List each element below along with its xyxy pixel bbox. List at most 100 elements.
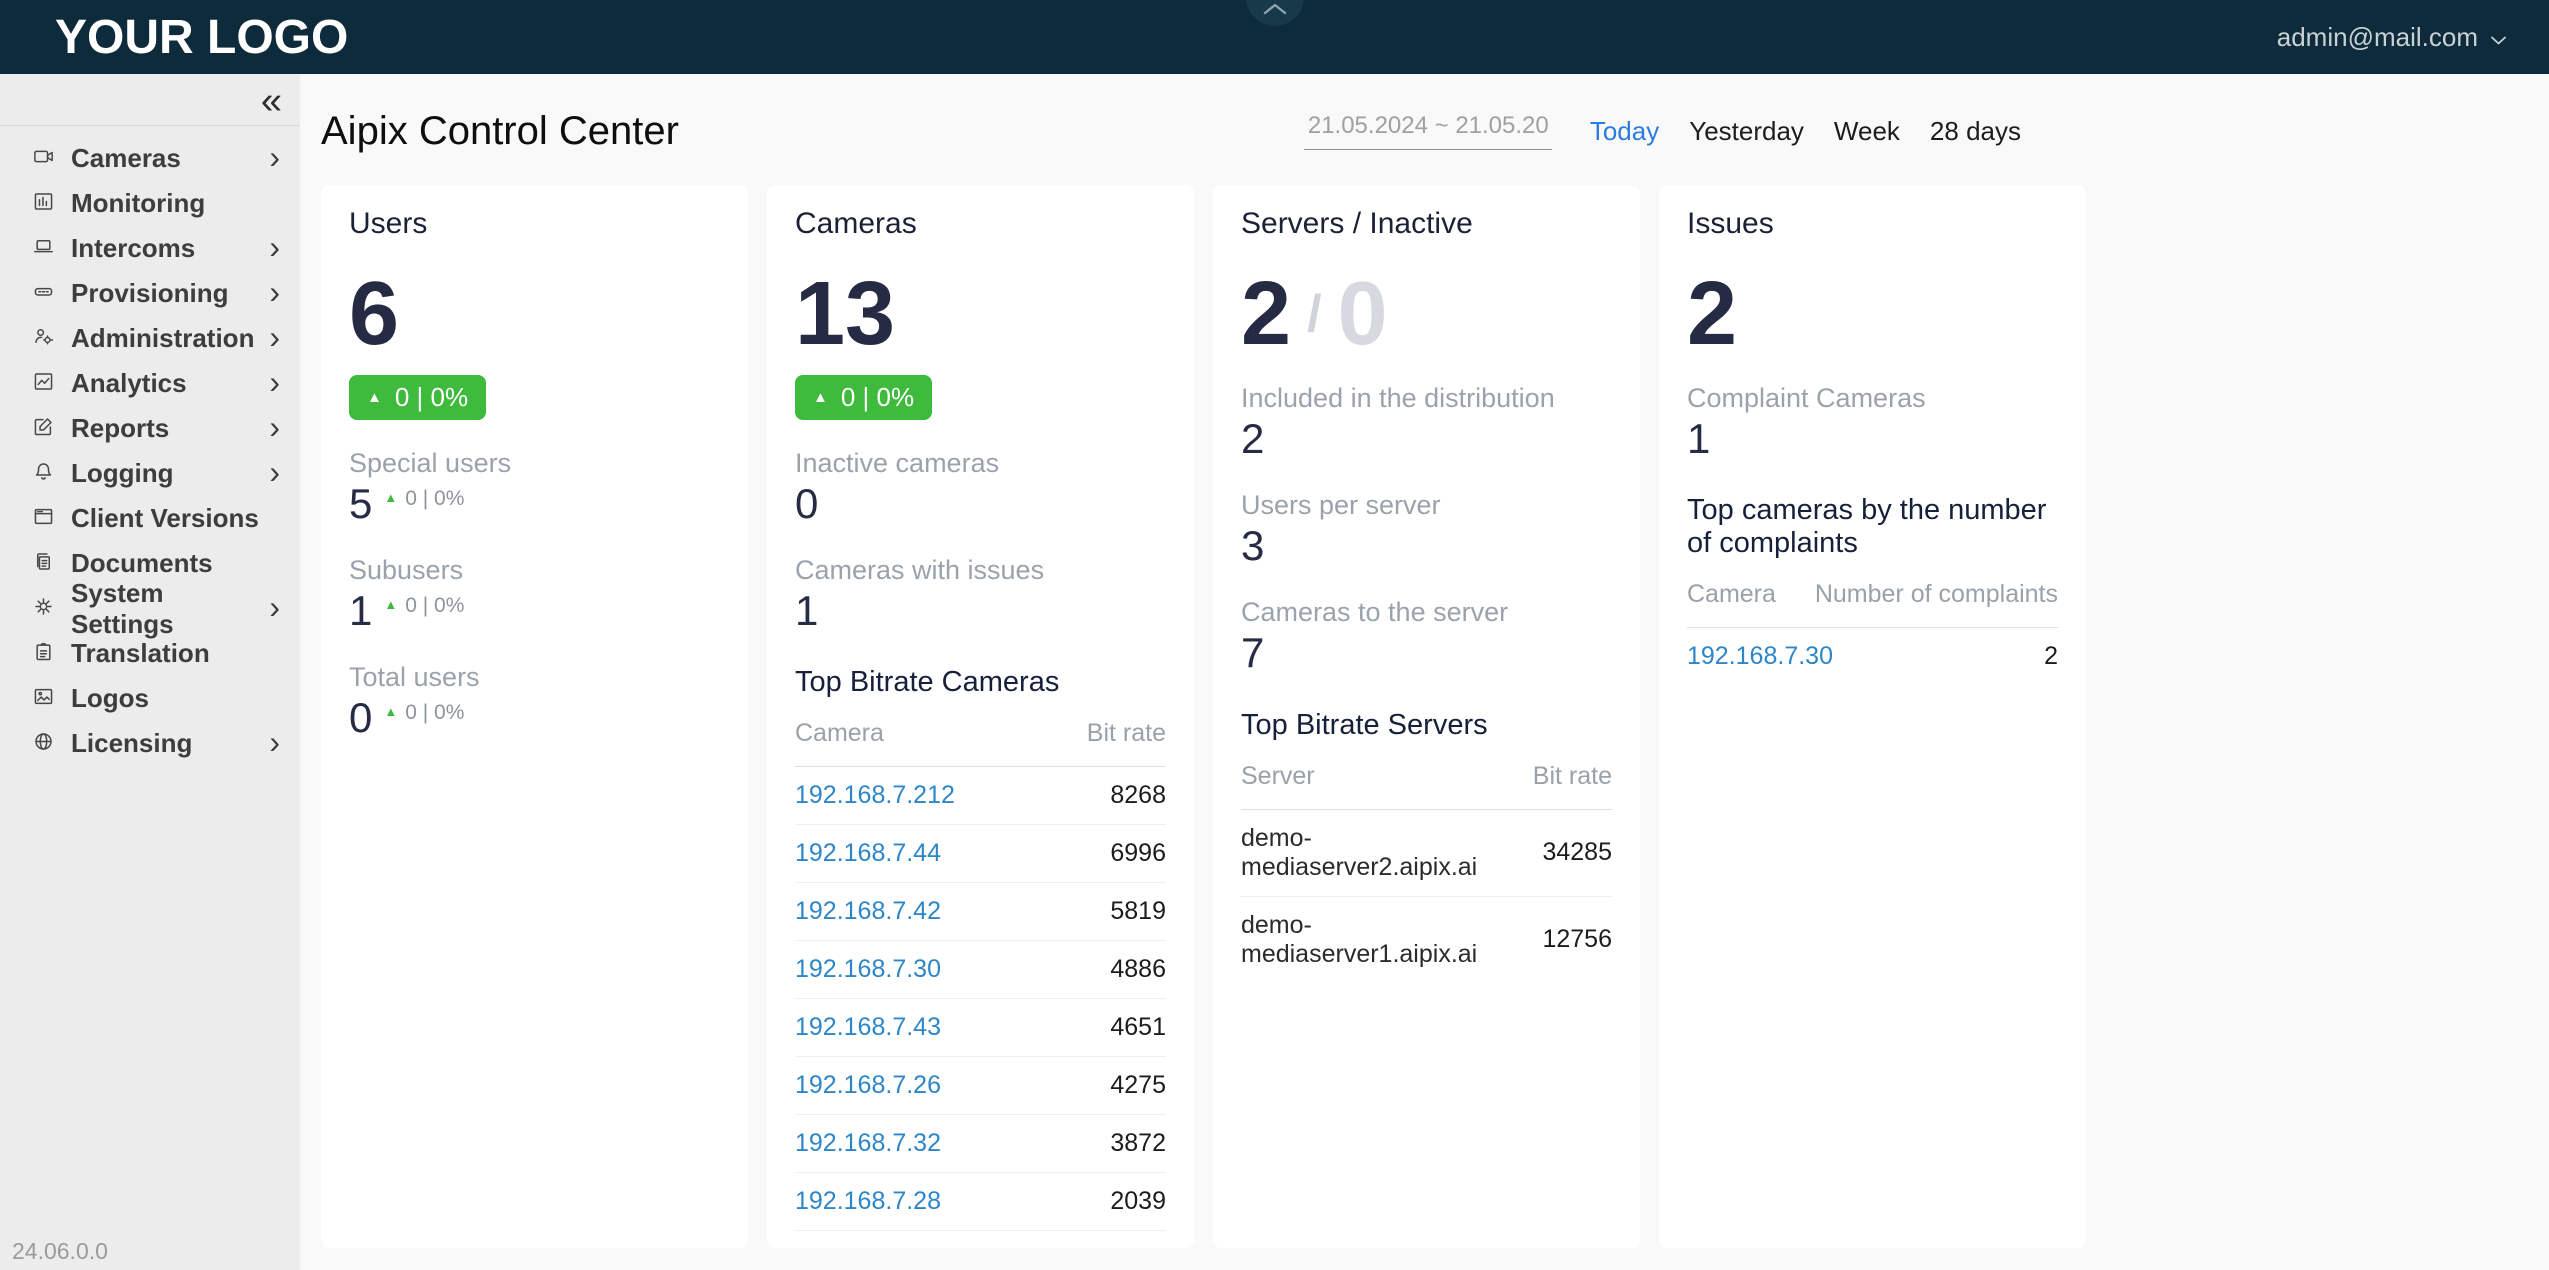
chevron-right-icon: ›	[269, 276, 280, 312]
card-title: Cameras	[795, 207, 1166, 241]
sidebar-item-cameras[interactable]: Cameras ›	[0, 136, 300, 181]
triangle-up-icon: ▲	[384, 704, 397, 719]
sidebar-item-label: Licensing	[71, 728, 269, 759]
sidebar-item-label: Cameras	[71, 143, 269, 174]
camera-link[interactable]: 192.168.7.212	[795, 781, 955, 810]
sidebar-item-provisioning[interactable]: Provisioning ›	[0, 271, 300, 316]
filter-yesterday[interactable]: Yesterday	[1689, 116, 1804, 147]
triangle-up-icon: ▲	[367, 390, 382, 405]
sidebar-item-system-settings[interactable]: System Settings ›	[0, 586, 300, 631]
stat-complaint-cameras: Complaint Cameras 1	[1687, 383, 2058, 462]
sidebar-item-label: Intercoms	[71, 233, 269, 264]
table-row: 192.168.7.302	[1687, 628, 2058, 685]
chevron-down-icon	[2490, 22, 2507, 53]
user-account-menu[interactable]: admin@mail.com	[2277, 22, 2507, 53]
sidebar-item-administration[interactable]: Administration ›	[0, 316, 300, 361]
stat-cameras-to-server: Cameras to the server 7	[1241, 597, 1612, 676]
sidebar-item-translation[interactable]: Translation	[0, 631, 300, 676]
chevron-right-icon: ›	[269, 366, 280, 402]
table-row: 192.168.7.425819	[795, 882, 1166, 940]
badge-delta: 0 | 0%	[395, 382, 468, 413]
collapse-topbar-button[interactable]	[1246, 0, 1304, 26]
camera-link[interactable]: 192.168.7.30	[1687, 642, 1833, 671]
filter-today[interactable]: Today	[1590, 116, 1659, 147]
sidebar-item-logging[interactable]: Logging ›	[0, 451, 300, 496]
sidebar-item-label: Analytics	[71, 368, 269, 399]
documents-icon	[32, 550, 55, 578]
issues-total-value: 2	[1687, 269, 1737, 359]
sidebar-item-reports[interactable]: Reports ›	[0, 406, 300, 451]
servers-card: Servers / Inactive 2 / 0 Included in the…	[1213, 185, 1640, 1248]
triangle-up-icon: ▲	[813, 390, 828, 405]
table-row: 192.168.7.2128268	[795, 767, 1166, 824]
table-header: Server Bit rate	[1241, 762, 1612, 810]
card-title: Issues	[1687, 207, 2058, 241]
stat-included-distribution: Included in the distribution 2	[1241, 383, 1612, 462]
filter-week[interactable]: Week	[1834, 116, 1900, 147]
page-title: Aipix Control Center	[321, 109, 679, 154]
top-complaint-cameras-title: Top cameras by the number of complaints	[1687, 494, 2058, 560]
camera-link[interactable]: 192.168.7.26	[795, 1071, 941, 1100]
administration-icon	[32, 325, 55, 353]
card-title: Servers / Inactive	[1241, 207, 1612, 241]
users-trend-badge: ▲ 0 | 0%	[349, 375, 486, 420]
licensing-globe-icon	[32, 730, 55, 758]
table-row: 192.168.7.446996	[795, 824, 1166, 882]
sidebar-collapse-button[interactable]: «	[261, 82, 282, 120]
sidebar-item-label: Administration	[71, 323, 269, 354]
date-range-input[interactable]	[1304, 112, 1552, 150]
table-header: Camera Number of complaints	[1687, 580, 2058, 628]
table-row: 192.168.7.2101343	[795, 1230, 1166, 1248]
camera-link[interactable]: 192.168.7.43	[795, 1013, 941, 1042]
sidebar-item-client-versions[interactable]: Client Versions	[0, 496, 300, 541]
users-card: Users 6 ▲ 0 | 0% Special users 5 ▲0 | 0%…	[321, 185, 748, 1248]
sidebar-item-licensing[interactable]: Licensing ›	[0, 721, 300, 766]
sidebar-item-label: Client Versions	[71, 503, 280, 534]
intercom-icon	[32, 235, 55, 263]
date-controls: Today Yesterday Week 28 days	[1304, 112, 2021, 150]
camera-link[interactable]: 192.168.7.42	[795, 897, 941, 926]
issues-card: Issues 2 Complaint Cameras 1 Top cameras…	[1659, 185, 2086, 1248]
sidebar-item-analytics[interactable]: Analytics ›	[0, 361, 300, 406]
sidebar-divider	[0, 125, 300, 126]
camera-link[interactable]: 192.168.7.32	[795, 1129, 941, 1158]
sidebar: « Cameras › Monitoring Intercoms › Provi…	[0, 74, 300, 1270]
date-filters: Today Yesterday Week 28 days	[1590, 116, 2021, 147]
sidebar-item-label: Reports	[71, 413, 269, 444]
filter-28-days[interactable]: 28 days	[1930, 116, 2021, 147]
chevron-right-icon: ›	[269, 726, 280, 762]
card-title: Users	[349, 207, 720, 241]
app-version: 24.06.0.0	[12, 1238, 108, 1265]
chevron-right-icon: ›	[269, 456, 280, 492]
sidebar-item-label: Translation	[71, 638, 280, 669]
server-name: demo-mediaserver2.aipix.ai	[1241, 824, 1542, 882]
sidebar-item-label: Logging	[71, 458, 269, 489]
sidebar-item-logos[interactable]: Logos	[0, 676, 300, 721]
table-row: 192.168.7.434651	[795, 998, 1166, 1056]
cameras-trend-badge: ▲ 0 | 0%	[795, 375, 932, 420]
main-content: Aipix Control Center Today Yesterday Wee…	[300, 74, 2549, 1270]
camera-link[interactable]: 192.168.7.44	[795, 839, 941, 868]
top-bar: YOUR LOGO admin@mail.com	[0, 0, 2549, 74]
sidebar-item-intercoms[interactable]: Intercoms ›	[0, 226, 300, 271]
chevron-right-icon: ›	[269, 231, 280, 267]
chevron-right-icon: ›	[269, 321, 280, 357]
badge-delta: 0 | 0%	[841, 382, 914, 413]
table-row: 192.168.7.323872	[795, 1114, 1166, 1172]
sidebar-item-label: Documents	[71, 548, 280, 579]
sidebar-item-label: Provisioning	[71, 278, 269, 309]
table-row: 192.168.7.282039	[795, 1172, 1166, 1230]
chevron-right-icon: ›	[269, 591, 280, 627]
camera-link[interactable]: 192.168.7.210	[795, 1245, 955, 1248]
chevron-up-icon	[1262, 1, 1288, 21]
servers-separator: /	[1307, 288, 1321, 340]
sidebar-item-monitoring[interactable]: Monitoring	[0, 181, 300, 226]
camera-link[interactable]: 192.168.7.30	[795, 955, 941, 984]
stat-subusers: Subusers 1 ▲0 | 0%	[349, 555, 720, 634]
camera-link[interactable]: 192.168.7.28	[795, 1187, 941, 1216]
table-row: 192.168.7.304886	[795, 940, 1166, 998]
stat-users-per-server: Users per server 3	[1241, 490, 1612, 569]
top-bitrate-cameras-title: Top Bitrate Cameras	[795, 666, 1166, 699]
translation-clipboard-icon	[32, 640, 55, 668]
stat-inactive-cameras: Inactive cameras 0	[795, 448, 1166, 527]
